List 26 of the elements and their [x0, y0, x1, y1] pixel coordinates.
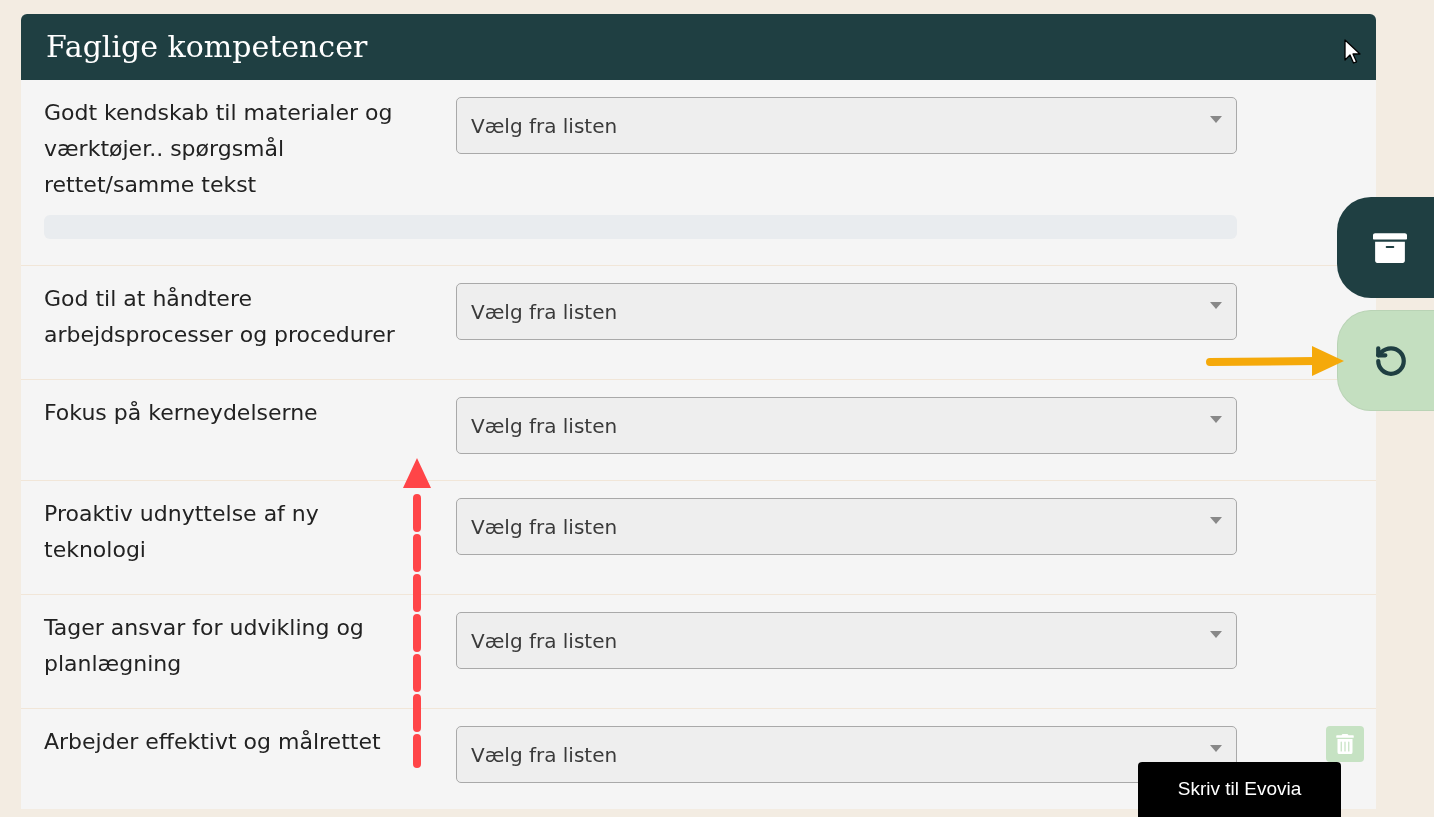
caret-icon	[1210, 302, 1222, 309]
select-field[interactable]: Vælg fra listen	[456, 612, 1237, 669]
select-field[interactable]: Vælg fra listen	[456, 726, 1237, 783]
competency-label: Tager ansvar for udvikling og planlægning	[44, 614, 365, 678]
tooltip: Skriv til Evovia	[1138, 762, 1341, 817]
select-field[interactable]: Vælg fra listen	[456, 397, 1237, 454]
caret-icon	[1210, 116, 1222, 123]
archive-button[interactable]	[1337, 197, 1434, 298]
trash-icon	[1335, 734, 1355, 754]
competency-label: Proaktiv udnyttelse af ny teknologi	[44, 500, 320, 564]
refresh-button[interactable]	[1337, 310, 1434, 411]
select-field[interactable]: Vælg fra listen	[456, 498, 1237, 555]
caret-icon	[1210, 745, 1222, 752]
caret-icon	[1210, 416, 1222, 423]
caret-icon	[1210, 631, 1222, 638]
refresh-icon	[1374, 343, 1408, 378]
archive-box-icon	[1373, 230, 1407, 265]
select-field[interactable]: Vælg fra listen	[456, 97, 1237, 154]
mouse-cursor-icon	[1344, 39, 1361, 65]
competency-label: Arbejder effektivt og målrettet	[44, 728, 382, 756]
competency-label: Fokus på kerneydelserne	[44, 399, 319, 427]
panel-title: Faglige kompetencer	[46, 29, 368, 65]
competency-label: God til at håndtere arbejdsprocesser og procedurer	[44, 285, 396, 349]
select-field[interactable]: Vælg fra listen	[456, 283, 1237, 340]
caret-icon	[1210, 517, 1222, 524]
competency-label: Godt kendskab til materialer og værktøjer.. spørgsmål rettet/samme tekst	[44, 99, 394, 199]
